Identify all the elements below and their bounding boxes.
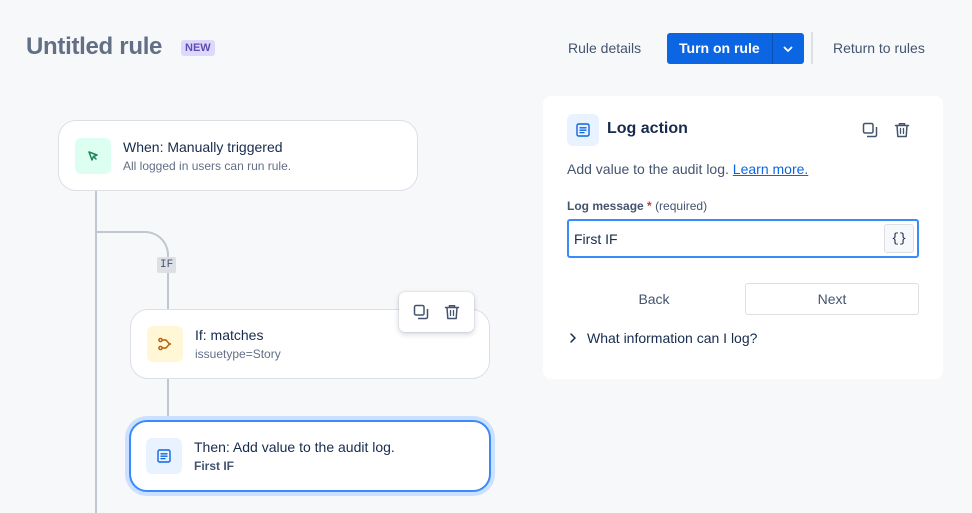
required-hint: (required)	[655, 199, 708, 213]
chevron-down-icon	[783, 46, 793, 52]
panel-description: Add value to the audit log. Learn more.	[567, 161, 808, 177]
new-badge: NEW	[181, 40, 215, 56]
turn-on-rule-dropdown-button[interactable]	[772, 33, 804, 64]
branch-horizontal-line	[95, 231, 145, 233]
log-message-label: Log message * (required)	[567, 199, 707, 213]
chevron-right-icon	[567, 332, 579, 344]
header-divider	[811, 32, 813, 64]
trash-icon	[894, 123, 910, 138]
condition-icon-tile	[147, 326, 183, 362]
action-node[interactable]: Then: Add value to the audit log. First …	[129, 420, 491, 492]
panel-icon-tile	[567, 114, 599, 146]
turn-on-rule-button[interactable]: Turn on rule	[667, 33, 772, 64]
action-icon-tile	[146, 438, 182, 474]
branch-curve	[143, 231, 169, 257]
log-message-field-wrapper: {}	[567, 219, 919, 258]
if-branch-label: IF	[157, 257, 177, 273]
return-to-rules-button[interactable]: Return to rules	[825, 33, 933, 64]
duplicate-node-button[interactable]	[408, 299, 434, 325]
panel-title: Log action	[607, 120, 688, 137]
branch-icon	[158, 337, 171, 351]
panel-description-text: Add value to the audit log.	[567, 161, 729, 177]
log-message-input[interactable]	[569, 230, 884, 247]
trigger-icon-tile	[75, 137, 111, 174]
document-icon	[157, 449, 171, 463]
rule-details-button[interactable]: Rule details	[560, 33, 649, 64]
log-action-panel: Log action Add value to the audit log. L…	[543, 96, 943, 379]
back-button[interactable]: Back	[567, 283, 741, 315]
node-action-toolbar	[399, 292, 474, 332]
copy-icon	[862, 122, 878, 138]
log-info-expander[interactable]: What information can I log?	[567, 330, 757, 346]
copy-icon	[413, 304, 428, 320]
rule-title: Untitled rule	[26, 33, 163, 60]
duplicate-action-button[interactable]	[857, 117, 883, 143]
condition-subtitle: issuetype=Story	[195, 347, 281, 361]
main-flow-line	[95, 191, 97, 513]
document-icon	[576, 123, 590, 137]
smart-value-button[interactable]: {}	[884, 224, 914, 253]
trigger-title: When: Manually triggered	[123, 138, 283, 155]
condition-title: If: matches	[195, 327, 264, 343]
delete-action-button[interactable]	[889, 117, 915, 143]
learn-more-link[interactable]: Learn more.	[733, 161, 808, 177]
required-asterisk: *	[647, 199, 652, 213]
trash-icon	[445, 305, 460, 320]
log-info-expander-label: What information can I log?	[587, 330, 758, 346]
delete-node-button[interactable]	[439, 299, 465, 325]
action-title: Then: Add value to the audit log.	[194, 439, 395, 455]
branch-vertical-line-bottom	[167, 379, 169, 421]
trigger-subtitle: All logged in users can run rule.	[123, 158, 292, 173]
action-subtitle: First IF	[194, 459, 235, 473]
cursor-click-icon	[88, 150, 98, 161]
log-message-label-text: Log message	[567, 199, 644, 213]
turn-on-rule-split-button: Turn on rule	[667, 33, 804, 64]
next-button[interactable]: Next	[745, 283, 919, 315]
trigger-node[interactable]: When: Manually triggered All logged in u…	[58, 120, 418, 191]
